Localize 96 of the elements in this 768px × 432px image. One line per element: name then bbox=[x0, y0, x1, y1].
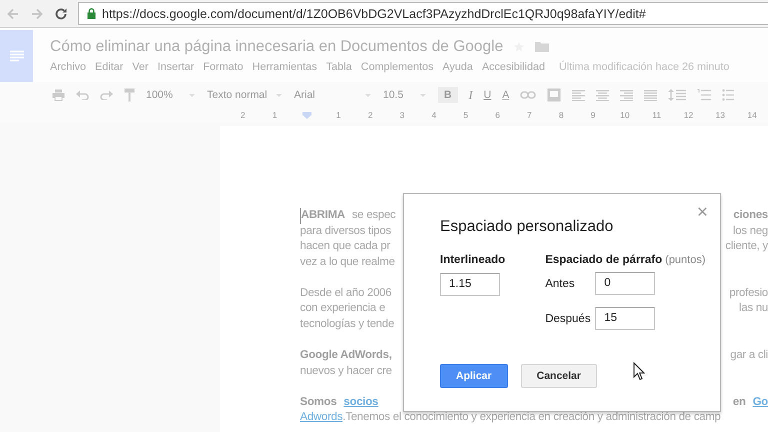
caret-icon bbox=[188, 92, 196, 98]
align-left-icon[interactable] bbox=[572, 90, 586, 100]
ruler-number: 4 bbox=[430, 110, 438, 120]
folder-icon[interactable] bbox=[535, 41, 550, 52]
menu-item[interactable]: Ver bbox=[132, 60, 148, 72]
zoom-select[interactable]: 100% bbox=[146, 89, 196, 101]
before-field[interactable]: 0 bbox=[595, 272, 656, 295]
document-title[interactable]: Cómo eliminar una página innecesaria en Documentos de Google bbox=[50, 38, 504, 56]
body-text: profesio bbox=[729, 286, 768, 301]
undo-icon[interactable] bbox=[76, 90, 89, 100]
forward-arrow-icon[interactable] bbox=[30, 6, 44, 20]
ruler-number: 12 bbox=[682, 110, 694, 120]
caret-icon bbox=[275, 92, 283, 98]
body-text: hacen que cada pr bbox=[300, 239, 390, 254]
line-spacing-label: Interlineado bbox=[440, 254, 506, 266]
caret-icon bbox=[419, 92, 427, 98]
body-text: nuevos y hacer cre bbox=[300, 364, 392, 379]
underline-button[interactable]: U bbox=[484, 89, 492, 101]
reload-icon[interactable] bbox=[54, 6, 68, 20]
body-text: Desde el año 2006 bbox=[300, 286, 392, 301]
ruler-number: 14 bbox=[746, 110, 758, 120]
ruler-number: 10 bbox=[619, 110, 631, 120]
link-icon[interactable] bbox=[520, 91, 536, 99]
unit-label: (puntos) bbox=[665, 254, 706, 266]
menu-item[interactable]: Accesibilidad bbox=[482, 60, 545, 72]
paragraph-spacing-label: Espaciado de párrafo bbox=[545, 254, 662, 266]
caret-icon bbox=[364, 92, 372, 98]
bold-button[interactable]: B bbox=[438, 87, 458, 103]
ruler-number: 13 bbox=[714, 110, 726, 120]
body-text: los neg bbox=[732, 224, 768, 239]
body-text: tecnologías y tende bbox=[300, 317, 394, 332]
close-button[interactable]: × bbox=[696, 203, 708, 222]
body-text: ciones bbox=[733, 208, 768, 223]
ruler-number: 8 bbox=[558, 110, 565, 120]
ruler-number: 2 bbox=[366, 110, 374, 120]
last-modified-text[interactable]: Última modificación hace 26 minuto bbox=[558, 60, 730, 72]
link-text[interactable]: Go bbox=[752, 394, 768, 410]
mouse-pointer-icon bbox=[633, 362, 645, 381]
menu-item[interactable]: Ayuda bbox=[442, 60, 473, 72]
body-text: .Tenemos el conocimiento y experiencia en creación y administración de camp bbox=[342, 410, 721, 426]
body-text: gar a cli bbox=[730, 348, 768, 364]
ruler-number: 1 bbox=[271, 110, 278, 120]
body-text: Somos bbox=[300, 394, 337, 410]
after-label: Después bbox=[545, 312, 592, 324]
before-label: Antes bbox=[545, 278, 576, 290]
ruler-number: 1 bbox=[335, 110, 342, 120]
body-text: ABRIMA bbox=[300, 208, 345, 224]
ruler-number: 6 bbox=[494, 110, 501, 120]
menu-item[interactable]: Herramientas bbox=[252, 60, 318, 72]
body-text: las nu bbox=[739, 301, 768, 316]
justify-icon[interactable] bbox=[644, 90, 658, 100]
cancel-button[interactable]: Cancelar bbox=[520, 364, 597, 388]
ruler-number: 7 bbox=[526, 110, 533, 120]
dialog-title: Espaciado personalizado bbox=[440, 218, 614, 236]
redo-icon[interactable] bbox=[100, 90, 113, 100]
menu-item[interactable]: Insertar bbox=[157, 60, 194, 72]
ruler-number: 3 bbox=[398, 110, 406, 120]
address-bar[interactable]: https://docs.google.com/document/d/1Z0OB6VbDG2VLacf3PAzyzhdDrclEc1QRJ0q98afaYIY/edit# bbox=[78, 2, 768, 25]
style-select[interactable]: Texto normal bbox=[207, 89, 283, 101]
menu-item[interactable]: Formato bbox=[203, 60, 244, 72]
ruler-number: 11 bbox=[651, 110, 662, 120]
menu-item[interactable]: Editar bbox=[95, 60, 124, 72]
body-text: Google AdWords, bbox=[300, 348, 392, 364]
body-text: para diversos tipos bbox=[300, 224, 392, 239]
after-field[interactable]: 15 bbox=[595, 307, 656, 330]
ruler-number: 2 bbox=[240, 110, 246, 120]
link-text[interactable]: socios bbox=[344, 394, 378, 410]
docs-logo-icon[interactable] bbox=[0, 30, 33, 82]
italic-button[interactable]: I bbox=[468, 88, 473, 102]
align-center-icon[interactable] bbox=[596, 90, 610, 100]
body-text: con experiencia e bbox=[300, 301, 386, 316]
bulleted-list-icon[interactable] bbox=[722, 89, 734, 101]
comment-icon[interactable] bbox=[547, 88, 562, 102]
body-text: vez a lo que realme bbox=[300, 254, 395, 270]
ruler-number: 9 bbox=[590, 110, 596, 120]
menu-item[interactable]: Tabla bbox=[326, 60, 352, 72]
body-text: se espec bbox=[352, 208, 396, 223]
line-spacing-field[interactable]: 1.15 bbox=[440, 273, 500, 296]
ruler-number: 5 bbox=[462, 110, 470, 120]
print-icon[interactable] bbox=[52, 89, 65, 101]
body-text: en bbox=[732, 394, 746, 410]
apply-button[interactable]: Aplicar bbox=[440, 364, 508, 388]
align-right-icon[interactable] bbox=[620, 90, 634, 100]
font-size-select[interactable]: 10.5 bbox=[383, 89, 427, 101]
paint-roller-icon[interactable] bbox=[124, 88, 135, 102]
url-text: https://docs.google.com/document/d/1Z0OB6VbDG2VLacf3PAzyzhdDrclEc1QRJ0q98afaYIY/edit# bbox=[102, 6, 646, 20]
link-text[interactable]: Adwords bbox=[300, 410, 343, 426]
back-arrow-icon[interactable] bbox=[6, 6, 20, 20]
text-color-button[interactable]: A bbox=[502, 89, 510, 101]
font-select[interactable]: Arial bbox=[294, 89, 372, 101]
lock-icon bbox=[87, 8, 96, 19]
menu-item[interactable]: Complementos bbox=[360, 60, 434, 72]
numbered-list-icon[interactable] bbox=[697, 89, 712, 101]
line-spacing-icon[interactable] bbox=[668, 89, 686, 101]
menu-item[interactable]: Archivo bbox=[50, 60, 86, 72]
body-text: cliente, y bbox=[725, 239, 768, 254]
